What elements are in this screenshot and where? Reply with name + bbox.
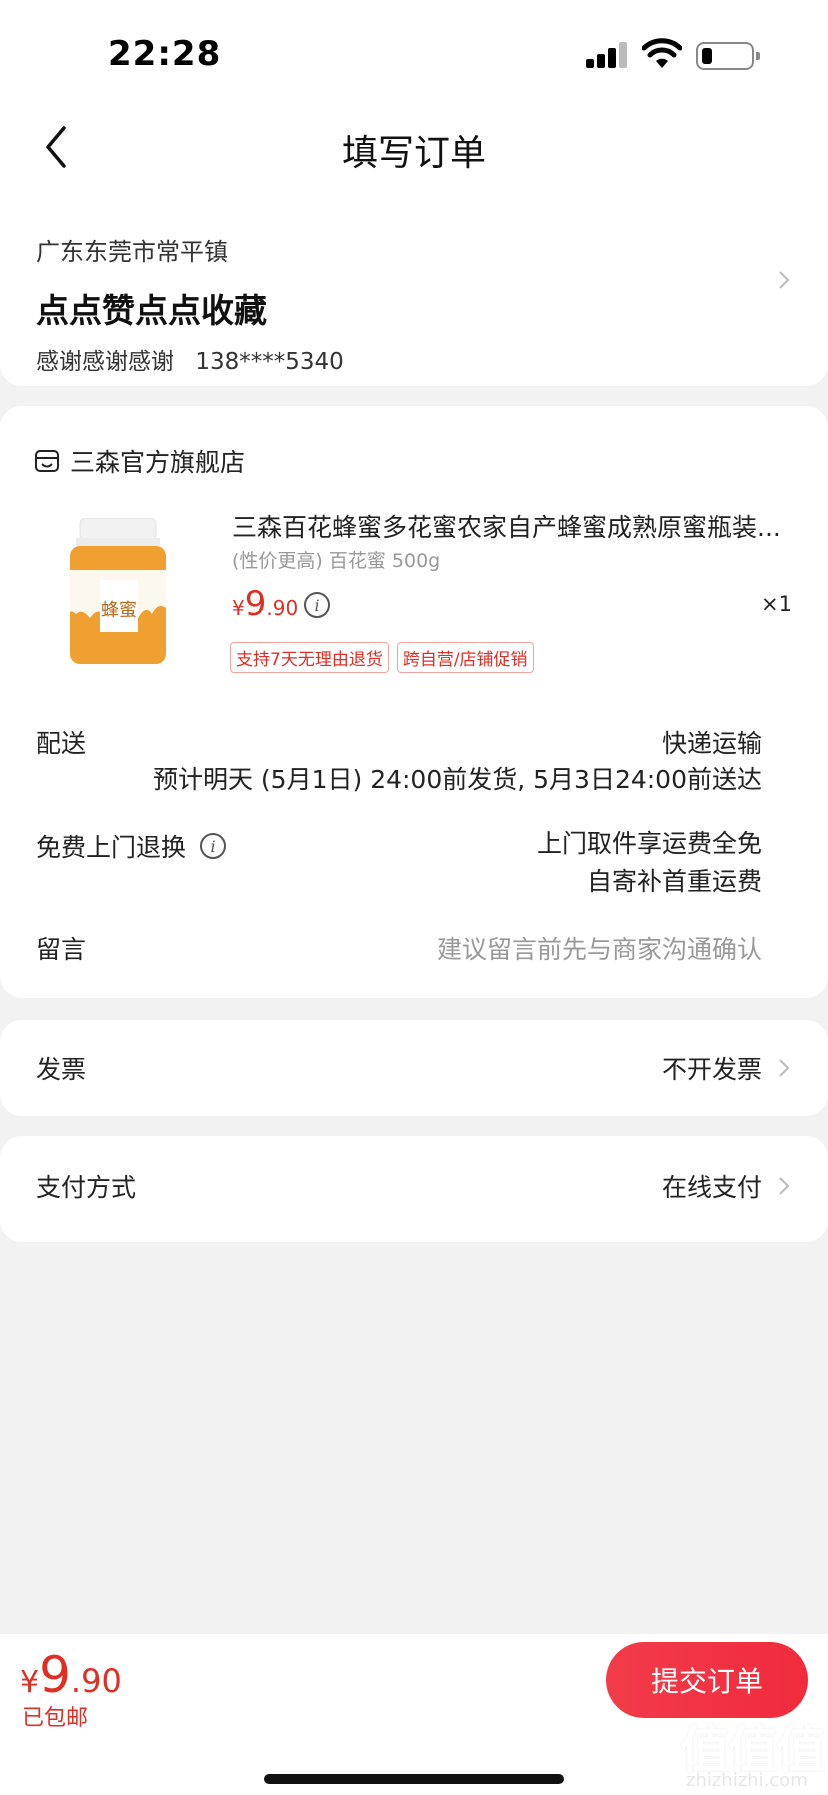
address-region: 广东东莞市常平镇 [36,238,228,266]
return-label: 免费上门退换 [36,833,187,862]
page-title: 填写订单 [341,133,486,174]
cellular-signal-icon [586,42,630,68]
price-decimal: .90 [266,596,299,620]
product-tags: 支持7天无理由退货 跨自营/店铺促销 [230,642,534,673]
home-indicator[interactable] [264,1774,564,1784]
nav-bar: 填写订单 [0,100,828,190]
return-self-send: 自寄补首重运费 [586,867,762,896]
total-decimal: .90 [70,1662,122,1700]
tag-promotion: 跨自营/店铺促销 [396,642,534,673]
battery-icon [696,42,760,70]
store-icon [35,450,59,472]
payment-row[interactable]: 支付方式 在线支付 [0,1136,828,1242]
message-label: 留言 [36,935,87,964]
watermark-text: zhizhizhi.com [686,1770,808,1791]
total-price: ¥ 9 .90 [20,1646,122,1704]
address-detail: 点点赞点点收藏 [36,291,267,330]
product-image[interactable]: 蜂蜜 [66,518,170,666]
store-name: 三森官方旗舰店 [70,448,246,477]
return-pickup: 上门取件享运费全免 [536,829,762,858]
product-price: ¥ 9 .90 [232,584,298,624]
contact-name: 感谢感谢感谢 [36,349,174,375]
invoice-row[interactable]: 发票 不开发票 [0,1020,828,1116]
status-time: 22:28 [108,34,222,74]
contact-phone: 138****5340 [195,349,344,375]
chevron-right-icon [779,1177,790,1195]
invoice-value: 不开发票 [661,1055,762,1084]
product-title[interactable]: 三森百花蜂蜜多花蜜农家自产蜂蜜成熟原蜜瓶装... [232,508,792,544]
delivery-label: 配送 [36,729,87,758]
wifi-icon [642,38,682,68]
order-card: 三森官方旗舰店 蜂蜜 三森百花蜂蜜多花蜜农家自产蜂蜜成熟原蜜瓶装... (性价更… [0,406,828,998]
chevron-right-icon [779,271,790,289]
product-quantity: ×1 [761,592,792,616]
tag-return-policy: 支持7天无理由退货 [230,642,389,673]
product-spec: (性价更高) 百花蜜 500g [232,550,441,572]
watermark: 值值值 zhizhizhi.com [680,1710,828,1795]
payment-value: 在线支付 [661,1173,762,1202]
submit-order-button[interactable]: 提交订单 [606,1642,808,1718]
delivery-method: 快递运输 [661,729,762,758]
total-currency: ¥ [20,1665,40,1700]
shipping-note: 已包邮 [22,1706,89,1731]
price-integer: 9 [244,584,267,624]
price-info-icon[interactable]: i [304,592,330,618]
status-bar: 22:28 [0,0,828,100]
delivery-estimate: 预计明天 (5月1日) 24:00前发货, 5月3日24:00前送达 [152,765,762,794]
product-image-label: 蜂蜜 [101,600,137,621]
total-integer: 9 [39,1646,71,1704]
store-row[interactable]: 三森官方旗舰店 [34,442,245,480]
message-input[interactable]: 建议留言前先与商家沟通确认 [437,930,762,966]
price-currency: ¥ [232,596,245,620]
address-card[interactable]: 广东东莞市常平镇 点点赞点点收藏 感谢感谢感谢 138****5340 [0,190,828,386]
invoice-label: 发票 [36,1055,87,1084]
return-info-icon[interactable]: i [200,833,227,859]
address-contact: 感谢感谢感谢 138****5340 [36,342,358,376]
return-row: 免费上门退换 i [36,828,227,864]
chevron-right-icon [779,1059,790,1077]
payment-label: 支付方式 [36,1173,137,1202]
